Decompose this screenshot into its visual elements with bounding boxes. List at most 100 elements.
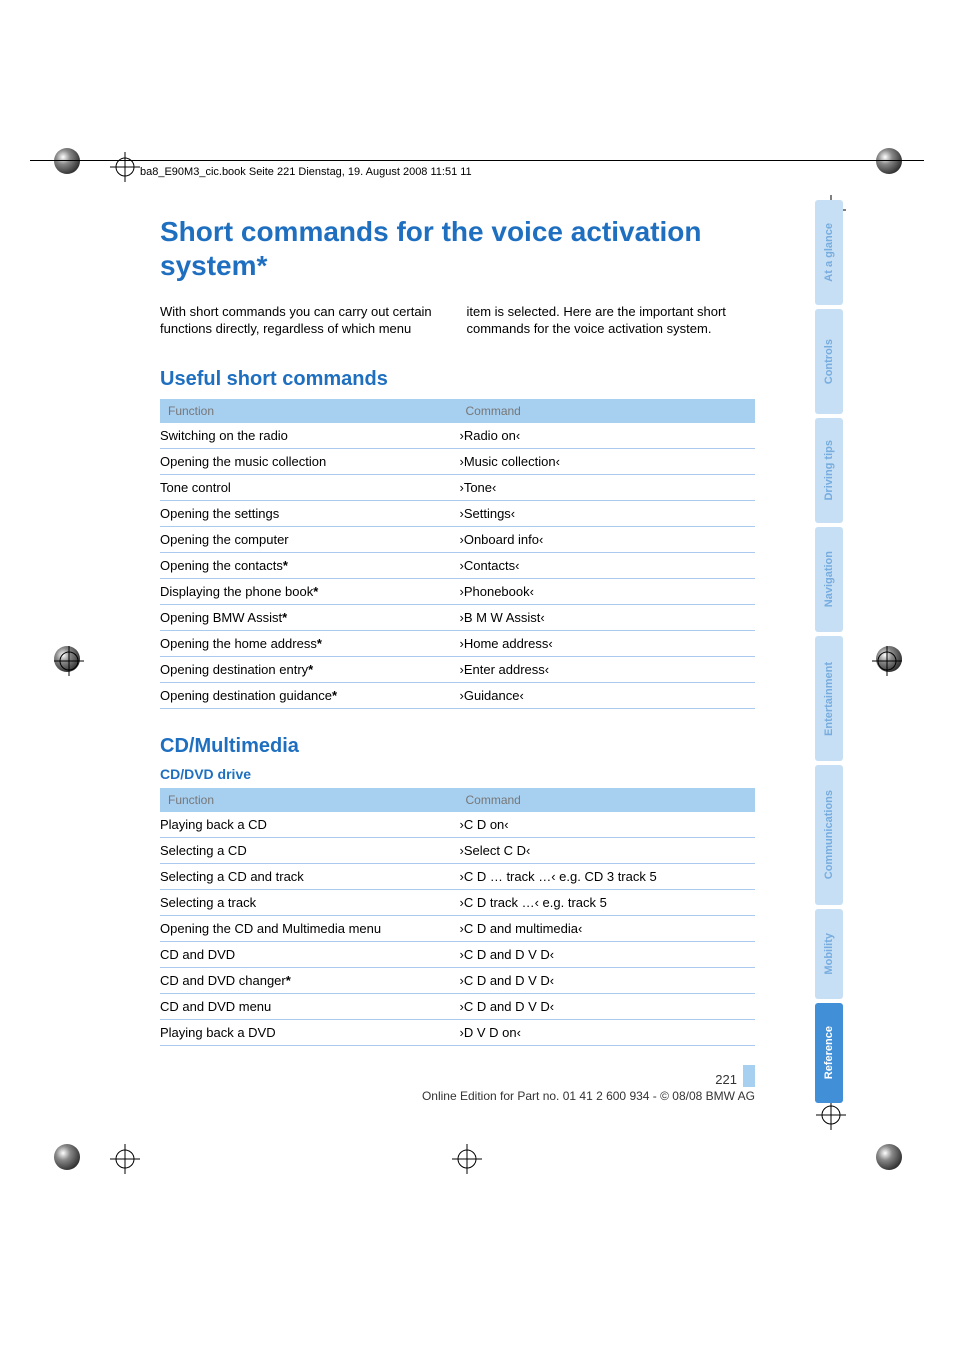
- col-header-command: Command: [458, 399, 756, 423]
- cd-multimedia-table: Function Command Playing back a CD›C D o…: [160, 788, 755, 1046]
- section-heading-useful: Useful short commands: [160, 368, 755, 391]
- page-number-mark-icon: [743, 1065, 755, 1087]
- asterisk-icon: *: [313, 584, 318, 599]
- registration-mark: [110, 152, 140, 182]
- table-row: CD and DVD›C D and D V D‹: [160, 941, 755, 967]
- col-header-function: Function: [160, 399, 458, 423]
- table-row: Opening the computer›Onboard info‹: [160, 526, 755, 552]
- copyright-line: Online Edition for Part no. 01 41 2 600 …: [160, 1089, 755, 1103]
- side-tab-navigation[interactable]: Navigation: [815, 527, 843, 632]
- table-row: Opening the music collection›Music colle…: [160, 448, 755, 474]
- asterisk-icon: *: [286, 973, 291, 988]
- asterisk-icon: *: [282, 610, 287, 625]
- page-title: Short commands for the voice activation …: [160, 215, 755, 282]
- command-cell: ›Music collection‹: [458, 448, 756, 474]
- asterisk-icon: *: [308, 662, 313, 677]
- col-header-command: Command: [458, 788, 756, 812]
- command-cell: ›Enter address‹: [458, 656, 756, 682]
- section-heading-cd-multimedia: CD/Multimedia: [160, 735, 755, 758]
- print-mark-ball: [54, 148, 80, 174]
- side-tab-driving-tips[interactable]: Driving tips: [815, 418, 843, 523]
- table-row: Opening destination guidance*›Guidance‹: [160, 682, 755, 708]
- function-cell: Selecting a track: [160, 889, 458, 915]
- asterisk-icon: *: [317, 636, 322, 651]
- side-tab-at-a-glance[interactable]: At a glance: [815, 200, 843, 305]
- page-number: 221: [715, 1072, 737, 1087]
- side-tab-label: Mobility: [823, 919, 835, 989]
- print-mark-ball: [876, 1144, 902, 1170]
- command-cell: ›C D … track …‹ e.g. CD 3 track 5: [458, 863, 756, 889]
- table-row: Opening the home address*›Home address‹: [160, 630, 755, 656]
- useful-commands-table: Function Command Switching on the radio›…: [160, 399, 755, 709]
- table-row: Playing back a DVD›D V D on‹: [160, 1019, 755, 1045]
- col-header-function: Function: [160, 788, 458, 812]
- table-row: Tone control›Tone‹: [160, 474, 755, 500]
- header-rule: [30, 160, 924, 161]
- function-cell: Opening the CD and Multimedia menu: [160, 915, 458, 941]
- table-row: Opening the settings›Settings‹: [160, 500, 755, 526]
- table-row: Opening destination entry*›Enter address…: [160, 656, 755, 682]
- table-row: CD and DVD changer*›C D and D V D‹: [160, 967, 755, 993]
- registration-mark: [452, 1144, 482, 1174]
- side-tab-reference[interactable]: Reference: [815, 1003, 843, 1103]
- function-cell: Tone control: [160, 474, 458, 500]
- table-row: Playing back a CD›C D on‹: [160, 812, 755, 838]
- command-cell: ›C D track …‹ e.g. track 5: [458, 889, 756, 915]
- command-cell: ›C D and multimedia‹: [458, 915, 756, 941]
- function-cell: Opening the music collection: [160, 448, 458, 474]
- command-cell: ›Phonebook‹: [458, 578, 756, 604]
- function-cell: CD and DVD menu: [160, 993, 458, 1019]
- command-cell: ›Select C D‹: [458, 837, 756, 863]
- subsection-heading-cddvd-drive: CD/DVD drive: [160, 766, 755, 782]
- table-row: Displaying the phone book*›Phonebook‹: [160, 578, 755, 604]
- side-tab-mobility[interactable]: Mobility: [815, 909, 843, 999]
- function-cell: Playing back a DVD: [160, 1019, 458, 1045]
- command-cell: ›C D on‹: [458, 812, 756, 838]
- table-row: Selecting a track›C D track …‹ e.g. trac…: [160, 889, 755, 915]
- command-cell: ›C D and D V D‹: [458, 993, 756, 1019]
- registration-mark: [872, 646, 902, 676]
- command-cell: ›Contacts‹: [458, 552, 756, 578]
- function-cell: CD and DVD: [160, 941, 458, 967]
- command-cell: ›C D and D V D‹: [458, 941, 756, 967]
- function-cell: Opening the settings: [160, 500, 458, 526]
- print-mark-ball: [54, 646, 80, 672]
- command-cell: ›Home address‹: [458, 630, 756, 656]
- command-cell: ›Settings‹: [458, 500, 756, 526]
- side-tab-label: Reference: [823, 1012, 835, 1093]
- function-cell: Opening the contacts*: [160, 552, 458, 578]
- function-cell: Selecting a CD and track: [160, 863, 458, 889]
- command-cell: ›Tone‹: [458, 474, 756, 500]
- side-tab-label: Communications: [823, 776, 835, 893]
- function-cell: CD and DVD changer*: [160, 967, 458, 993]
- side-tab-controls[interactable]: Controls: [815, 309, 843, 414]
- registration-mark: [110, 1144, 140, 1174]
- asterisk-icon: *: [283, 558, 288, 573]
- function-cell: Displaying the phone book*: [160, 578, 458, 604]
- side-tabs: At a glance Controls Driving tips Navigatio…: [815, 200, 849, 1150]
- side-tab-label: Driving tips: [823, 426, 835, 515]
- table-row: Selecting a CD›Select C D‹: [160, 837, 755, 863]
- function-cell: Playing back a CD: [160, 812, 458, 838]
- intro-paragraph-right: item is selected. Here are the important…: [467, 304, 756, 338]
- command-cell: ›Guidance‹: [458, 682, 756, 708]
- print-mark-ball: [876, 148, 902, 174]
- command-cell: ›D V D on‹: [458, 1019, 756, 1045]
- side-tab-communications[interactable]: Communications: [815, 765, 843, 905]
- intro-paragraph-left: With short commands you can carry out ce…: [160, 304, 449, 338]
- function-cell: Opening the home address*: [160, 630, 458, 656]
- function-cell: Selecting a CD: [160, 837, 458, 863]
- table-row: Selecting a CD and track›C D … track …‹ …: [160, 863, 755, 889]
- command-cell: ›C D and D V D‹: [458, 967, 756, 993]
- side-tab-entertainment[interactable]: Entertainment: [815, 636, 843, 761]
- side-tab-label: Controls: [823, 325, 835, 398]
- function-cell: Opening destination entry*: [160, 656, 458, 682]
- function-cell: Switching on the radio: [160, 423, 458, 449]
- function-cell: Opening BMW Assist*: [160, 604, 458, 630]
- side-tab-label: Navigation: [823, 537, 835, 621]
- table-row: Opening the CD and Multimedia menu›C D a…: [160, 915, 755, 941]
- command-cell: ›Radio on‹: [458, 423, 756, 449]
- table-row: Opening the contacts*›Contacts‹: [160, 552, 755, 578]
- asterisk-icon: *: [332, 688, 337, 703]
- print-mark-ball: [876, 646, 902, 672]
